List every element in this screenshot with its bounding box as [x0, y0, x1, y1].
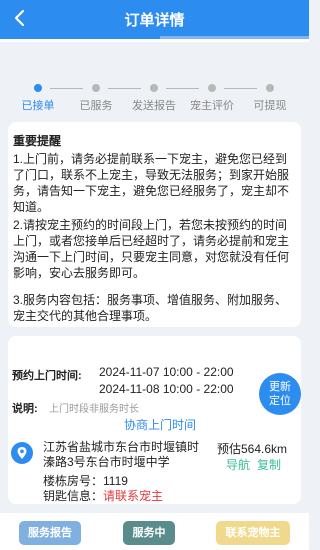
- location-pin-icon: [11, 442, 33, 464]
- header-strip-accent: [0, 36, 160, 39]
- header-bar: 订单详情: [0, 0, 309, 36]
- header-strip: [0, 36, 309, 42]
- step-label: 已服务: [79, 100, 113, 112]
- header-strip-accent-light: [160, 36, 309, 39]
- key-value: 请联系宠主: [103, 489, 164, 503]
- navigate-link[interactable]: 导航: [226, 456, 250, 473]
- contact-owner-button[interactable]: 联系宠物主: [216, 521, 290, 545]
- service-address: 江苏省盐城市东台市时堰镇时溱路3号东台市时堰中学: [43, 440, 200, 469]
- step-label: 宠主评价: [190, 100, 234, 112]
- step-label: 已接单: [21, 100, 55, 112]
- step-accepted: 已接单: [13, 84, 63, 113]
- copy-address-link[interactable]: 复制: [257, 456, 281, 473]
- visit-time-1: 2024-11-07 10:00 - 22:00: [99, 365, 234, 379]
- notice-title: 重要提醒: [13, 134, 62, 148]
- step-dot: [266, 84, 274, 92]
- update-location-line1: 更新: [269, 381, 291, 393]
- order-detail-card: 预约上门时间: 2024-11-07 10:00 - 22:00 2024-11…: [8, 336, 301, 504]
- bottom-action-bar: 服务报告 服务中 联系宠物主: [0, 513, 309, 550]
- step-dot: [34, 84, 42, 92]
- room-label: 楼栋房号：: [43, 474, 104, 488]
- distance-estimate: 预估564.6km: [217, 442, 288, 456]
- step-dot: [92, 84, 100, 92]
- page-title: 订单详情: [124, 12, 185, 29]
- visit-time-label: 预约上门时间:: [12, 370, 82, 382]
- order-progress-steps: 已接单 已服务 发送报告 宠主评价 可提现: [0, 84, 309, 114]
- service-report-button[interactable]: 服务报告: [19, 521, 81, 545]
- step-label: 可提现: [253, 100, 287, 112]
- visit-time-2: 2024-11-08 10:00 - 22:00: [99, 382, 234, 396]
- step-dot: [208, 84, 216, 92]
- note-label: 说明:: [12, 403, 38, 415]
- step-dot: [150, 84, 158, 92]
- step-served: 已服务: [71, 84, 121, 113]
- notice-paragraph-2: 2.请按宠主预约的时间段上门，若您未按预约的时间上门，或者您接单后已经超时了，请…: [13, 218, 290, 280]
- step-withdrawable: 可提现: [245, 84, 295, 113]
- update-location-line2: 定位: [269, 395, 291, 407]
- step-owner-review: 宠主评价: [187, 84, 237, 113]
- key-info: 钥匙信息：请联系宠主: [43, 487, 163, 504]
- key-label: 钥匙信息：: [43, 489, 104, 503]
- notice-paragraph-3: 3.服务内容包括：服务事项、增值服务、附加服务、宠主交代的其他合理事项。: [13, 293, 288, 323]
- in-service-button[interactable]: 服务中: [123, 521, 175, 545]
- step-label: 发送报告: [132, 100, 176, 112]
- notice-paragraph-1: 1.上门前，请务必提前联系一下宠主，避免您已经到了门口，联系不上宠主，导致无法服…: [13, 152, 290, 214]
- step-send-report: 发送报告: [129, 84, 179, 113]
- note-text: 上门时段非服务时长: [49, 404, 139, 415]
- room-value: 1119: [103, 474, 128, 488]
- update-location-button[interactable]: 更新 定位: [259, 373, 301, 415]
- negotiate-time-link[interactable]: 协商上门时间: [124, 416, 196, 433]
- important-notice-card: 重要提醒 1.上门前，请务必提前联系一下宠主，避免您已经到了门口，联系不上宠主，…: [8, 122, 301, 327]
